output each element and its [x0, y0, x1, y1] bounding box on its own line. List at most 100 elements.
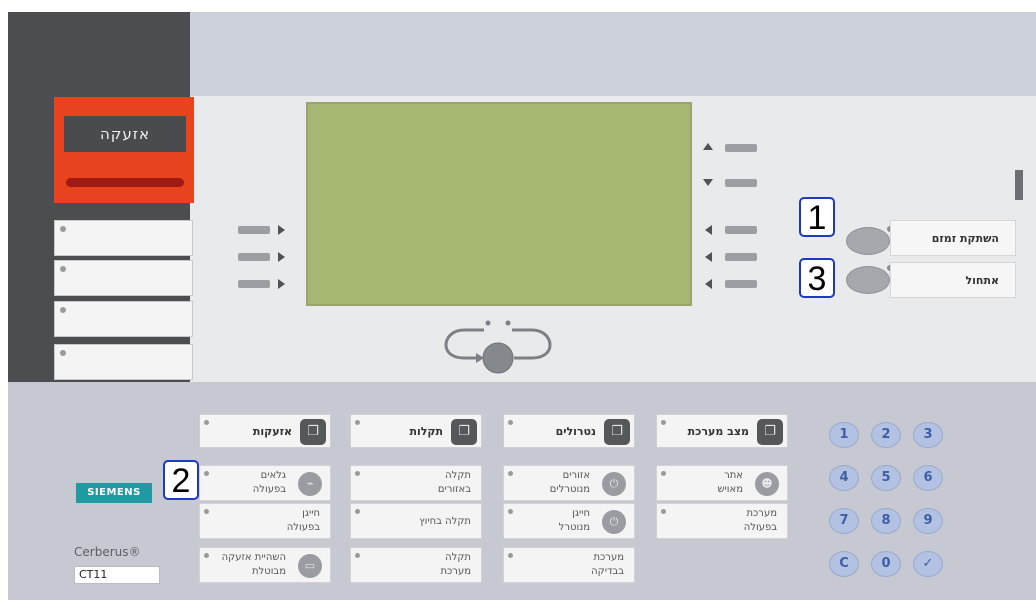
category-title: אזעקות	[252, 425, 292, 438]
alarm-delay-cancelled-button[interactable]: השהיית אזעקה מבוטלת ▭	[199, 547, 331, 583]
arrow-right-icon	[278, 279, 285, 289]
led-icon	[204, 471, 209, 476]
lcd-display	[306, 102, 692, 306]
reset-button[interactable]	[846, 265, 893, 294]
key-5[interactable]: 5	[871, 465, 901, 491]
brand-logo: SIEMENS	[76, 483, 152, 503]
key-6[interactable]: 6	[913, 465, 943, 491]
key-4[interactable]: 4	[829, 465, 859, 491]
person-icon: ☻	[755, 472, 779, 496]
led-icon	[204, 553, 209, 558]
disable-category-icon: ❐	[604, 419, 630, 445]
silence-buzzer-label: השתקת זמזם	[890, 220, 1016, 256]
key-0[interactable]: 0	[871, 551, 901, 577]
led-icon	[661, 471, 666, 476]
zone-label-4	[54, 344, 193, 380]
softkey-bar	[725, 144, 757, 152]
zone-label-1	[54, 220, 193, 256]
zone-label-2	[54, 260, 193, 296]
softkey-bar	[725, 179, 757, 187]
cycle-button[interactable]	[436, 312, 560, 378]
led-icon	[661, 420, 666, 425]
led-icon	[508, 471, 513, 476]
button-label: השהיית אזעקה מבוטלת	[221, 552, 286, 577]
led-icon	[508, 553, 513, 558]
fault-external-button[interactable]: תקלה בחיוץ	[350, 503, 482, 539]
button-label: מערכת בפעולה	[743, 508, 777, 533]
button-label: תקלה מערכת	[440, 552, 471, 577]
led-icon	[355, 553, 360, 558]
led-icon	[60, 307, 66, 313]
disabled-dialer-button[interactable]: חייגן מנוטרל ⏻	[503, 503, 635, 539]
model-label: CT11	[74, 566, 160, 584]
led-icon	[508, 509, 513, 514]
led-icon	[60, 266, 66, 272]
system-test-button[interactable]: מערכת בבדיקה	[503, 547, 635, 583]
key-9[interactable]: 9	[913, 508, 943, 534]
category-title: מצב מערכת	[687, 425, 749, 438]
cycle-knob	[482, 342, 514, 374]
fault-system-button[interactable]: תקלה מערכת	[350, 547, 482, 583]
site-manned-button[interactable]: אתר מאויש ☻	[656, 465, 788, 501]
zone-label-3	[54, 301, 193, 337]
arrow-left-icon	[705, 279, 712, 289]
silence-buzzer-button[interactable]	[846, 226, 893, 255]
alarm-label: אזעקה	[64, 116, 186, 152]
led-icon	[508, 420, 513, 425]
power-icon: ⏻	[602, 472, 626, 496]
key-clear[interactable]: C	[829, 551, 859, 577]
alarm-led-bar	[66, 178, 184, 187]
softkey-bar	[238, 253, 270, 261]
key-1[interactable]: 1	[829, 422, 859, 448]
arrow-down-icon	[703, 179, 713, 186]
led-icon	[355, 509, 360, 514]
softkey-bar	[238, 226, 270, 234]
reset-label: אתחול	[890, 262, 1016, 298]
category-system-state[interactable]: מצב מערכת ❐	[656, 414, 788, 448]
arrow-up-icon	[703, 143, 713, 150]
disabled-zones-button[interactable]: אזורים מנוטרלים ⏻	[503, 465, 635, 501]
system-active-button[interactable]: מערכת בפעולה	[656, 503, 788, 539]
button-label: תקלה בחיוץ	[419, 516, 471, 527]
scrollbar-marker	[1015, 170, 1023, 200]
category-faults[interactable]: תקלות ❐	[350, 414, 482, 448]
category-title: תקלות	[409, 425, 443, 438]
key-7[interactable]: 7	[829, 508, 859, 534]
callout-badge: 1	[799, 197, 835, 237]
detector-icon: ⌁	[298, 472, 322, 496]
led-icon	[355, 471, 360, 476]
button-label: מערכת בבדיקה	[591, 552, 624, 577]
led-icon	[661, 509, 666, 514]
callout-badge: 2	[163, 460, 199, 500]
led-icon	[204, 420, 209, 425]
softkey-bar	[725, 226, 757, 234]
key-8[interactable]: 8	[871, 508, 901, 534]
led-icon	[60, 226, 66, 232]
key-confirm[interactable]: ✓	[913, 551, 943, 577]
led-icon	[204, 509, 209, 514]
button-label: גלאים בפעולה	[252, 470, 286, 495]
category-alarms[interactable]: אזעקות ❐	[199, 414, 331, 448]
fault-zones-button[interactable]: תקלה באזורים	[350, 465, 482, 501]
category-disables[interactable]: נטרולים ❐	[503, 414, 635, 448]
button-label: חייגן בפעולה	[286, 508, 320, 533]
arrow-right-icon	[278, 252, 285, 262]
callout-badge: 3	[799, 258, 835, 298]
button-label: אתר מאויש	[717, 470, 743, 495]
arrow-right-icon	[278, 225, 285, 235]
softkey-bar	[725, 280, 757, 288]
system-state-icon: ❐	[757, 419, 783, 445]
delay-icon: ▭	[298, 554, 322, 578]
alarm-dialer-active-button[interactable]: חייגן בפעולה	[199, 503, 331, 539]
product-name: Cerberus®	[74, 545, 141, 559]
power-icon: ⏻	[602, 510, 626, 534]
key-2[interactable]: 2	[871, 422, 901, 448]
led-icon	[355, 420, 360, 425]
key-3[interactable]: 3	[913, 422, 943, 448]
button-label: תקלה באזורים	[437, 470, 471, 495]
softkey-bar	[238, 280, 270, 288]
arrow-left-icon	[705, 225, 712, 235]
button-label: חייגן מנוטרל	[558, 508, 590, 533]
alarm-category-icon: ❐	[300, 419, 326, 445]
alarm-detectors-active-button[interactable]: גלאים בפעולה ⌁	[199, 465, 331, 501]
